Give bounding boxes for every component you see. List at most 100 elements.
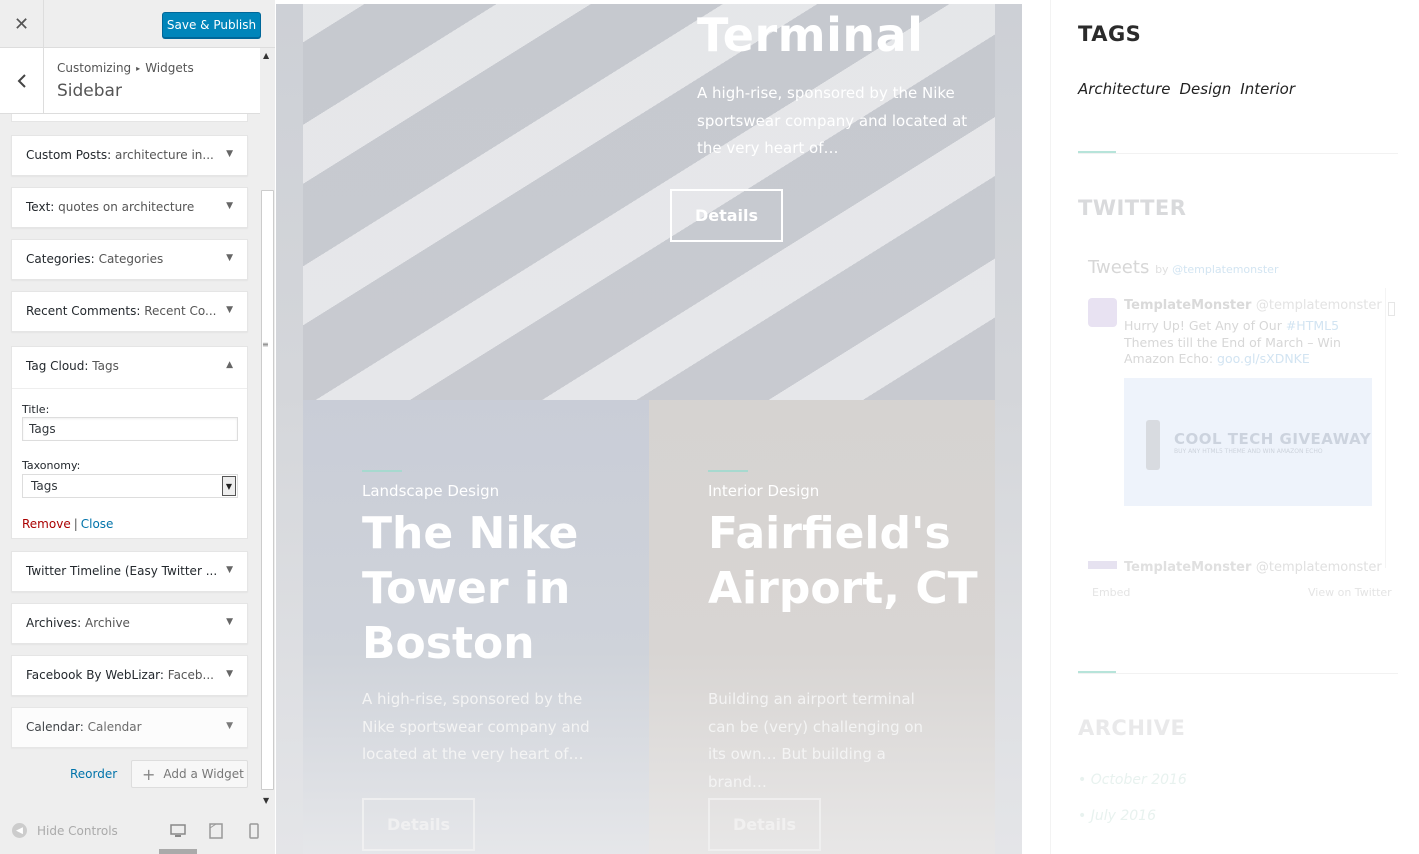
- widget-archives[interactable]: Archives: Archive ▼: [11, 603, 248, 644]
- widget-calendar[interactable]: Calendar: Calendar ▼: [11, 707, 248, 748]
- expand-arrow-icon[interactable]: ▼: [226, 305, 233, 315]
- panel-scrollbar[interactable]: ▲ ≡ ▼: [260, 48, 275, 814]
- plus-icon: +: [142, 764, 156, 784]
- tweet-author[interactable]: TemplateMonster @templatemonster: [1124, 298, 1382, 313]
- widget-tag-cloud-header[interactable]: Tag Cloud: Tags ▲: [12, 347, 247, 389]
- tweet-link[interactable]: goo.gl/sXDNKE: [1217, 351, 1310, 366]
- post-category[interactable]: Landscape Design: [362, 482, 499, 500]
- hero-details-button[interactable]: Details: [670, 189, 783, 242]
- title-label: Title:: [22, 403, 50, 416]
- tablet-icon[interactable]: [209, 823, 223, 839]
- save-publish-button[interactable]: Save & Publish: [162, 12, 261, 38]
- widget-categories[interactable]: Categories: Categories ▼: [11, 239, 248, 280]
- hero-section: Terminal A high-rise, sponsored by the N…: [276, 4, 1022, 854]
- timeline-scrollbar[interactable]: [1385, 288, 1395, 568]
- tag-link[interactable]: Architecture: [1078, 80, 1171, 98]
- hero-description: A high-rise, sponsored by the Nike sport…: [697, 84, 968, 157]
- widget-title: Categories: [98, 252, 164, 266]
- widget-title: Faceb...: [167, 668, 214, 682]
- tweet-author[interactable]: TemplateMonster @templatemonster: [1124, 560, 1382, 575]
- expand-arrow-icon[interactable]: ▼: [226, 565, 233, 575]
- accent-line: [362, 470, 402, 472]
- collapse-arrow-icon[interactable]: ▲: [226, 360, 233, 370]
- scroll-up-arrow-icon[interactable]: ▲: [263, 51, 269, 60]
- by-label: by: [1155, 263, 1169, 276]
- taxonomy-select[interactable]: Tags ▼: [22, 474, 238, 498]
- widget-custom-posts[interactable]: Custom Posts: architecture in... ▼: [11, 135, 248, 176]
- author-name: TemplateMonster: [1124, 560, 1252, 575]
- details-button[interactable]: Details: [362, 798, 475, 851]
- scrollbar-thumb[interactable]: [261, 190, 274, 790]
- widget-text[interactable]: Text: quotes on architecture ▼: [11, 187, 248, 228]
- hashtag-link[interactable]: #HTML5: [1286, 318, 1339, 333]
- archive-label: July 2016: [1090, 808, 1156, 824]
- tweet-text-part: Hurry Up! Get Any of Our: [1124, 318, 1282, 333]
- expand-arrow-icon[interactable]: ▼: [226, 149, 233, 159]
- customizer-panel: ✕ Save & Publish Customizing ▸ Widgets Sid…: [0, 0, 275, 854]
- customizer-header: ✕ Save & Publish: [0, 0, 275, 48]
- remove-link[interactable]: Remove: [22, 517, 71, 531]
- widget-type: Recent Comments:: [26, 304, 141, 318]
- add-widget-button[interactable]: + Add a Widget: [131, 760, 248, 788]
- widget-tag-cloud: Tag Cloud: Tags ▲ Title: Taxonomy: Tags …: [11, 346, 248, 539]
- mobile-icon[interactable]: [249, 823, 259, 839]
- widget-title: Calendar: [87, 720, 142, 734]
- widget-type: Facebook By WebLizar:: [26, 668, 164, 682]
- scrollbar-thumb[interactable]: [1388, 302, 1395, 316]
- post-title[interactable]: Fairfield's Airport, CT: [708, 506, 988, 616]
- archive-link[interactable]: • October 2016: [1078, 772, 1187, 788]
- avatar[interactable]: [1088, 298, 1117, 327]
- widget-facebook[interactable]: Facebook By WebLizar: Faceb... ▼: [11, 655, 248, 696]
- tags-widget-title: TAGS: [1078, 22, 1142, 46]
- post-title[interactable]: The Nike Tower in Boston: [362, 506, 642, 671]
- post-card[interactable]: Interior Design Fairfield's Airport, CT …: [649, 400, 995, 854]
- scroll-down-arrow-icon[interactable]: ▼: [263, 796, 269, 805]
- dropdown-arrow-icon[interactable]: ▼: [222, 476, 236, 496]
- expand-arrow-icon[interactable]: ▼: [226, 253, 233, 263]
- hide-controls-button[interactable]: ◀ Hide Controls: [12, 823, 118, 838]
- tweet-text: Hurry Up! Get Any of Our #HTML5 Themes t…: [1124, 318, 1344, 368]
- expand-arrow-icon[interactable]: ▼: [226, 201, 233, 211]
- breadcrumb-separator: ▸: [136, 64, 141, 73]
- expand-arrow-icon[interactable]: ▼: [226, 669, 233, 679]
- widget-title: quotes on architecture: [58, 200, 195, 214]
- close-link[interactable]: Close: [81, 517, 114, 531]
- title-input[interactable]: [22, 417, 238, 441]
- taxonomy-selected: Tags: [31, 479, 58, 493]
- archive-widget-title: ARCHIVE: [1078, 716, 1186, 740]
- scroll-grip-icon: ≡: [262, 340, 269, 349]
- post-excerpt: A high-rise, sponsored by the Nike sport…: [362, 690, 590, 763]
- embed-link[interactable]: Embed: [1092, 586, 1130, 599]
- expand-arrow-icon[interactable]: ▼: [226, 721, 233, 731]
- hide-controls-label: Hide Controls: [37, 823, 118, 838]
- archive-label: October 2016: [1090, 772, 1187, 788]
- close-customizer-button[interactable]: ✕: [0, 0, 44, 48]
- twitter-widget-title: TWITTER: [1078, 196, 1187, 220]
- expand-arrow-icon[interactable]: ▼: [226, 617, 233, 627]
- back-button[interactable]: [0, 48, 44, 114]
- archive-link[interactable]: • July 2016: [1078, 808, 1156, 824]
- view-on-twitter-link[interactable]: View on Twitter: [1308, 586, 1392, 599]
- widget-type: Text:: [26, 200, 55, 214]
- post-excerpt: Building an airport terminal can be (ver…: [708, 690, 924, 791]
- reorder-link[interactable]: Reorder: [70, 767, 117, 781]
- post-card[interactable]: Landscape Design The Nike Tower in Bosto…: [303, 400, 649, 854]
- tag-link[interactable]: Design: [1180, 80, 1232, 98]
- widget-type: Categories:: [26, 252, 95, 266]
- details-button[interactable]: Details: [708, 798, 821, 851]
- desktop-icon[interactable]: [170, 823, 186, 839]
- widget-type: Calendar:: [26, 720, 84, 734]
- card-subtitle: BUY ANY HTML5 THEME AND WIN AMAZON ECHO: [1174, 448, 1323, 455]
- post-category[interactable]: Interior Design: [708, 482, 819, 500]
- widget-twitter-timeline[interactable]: Twitter Timeline (Easy Twitter ... ▼: [11, 551, 248, 592]
- tweet-image-card[interactable]: COOL TECH GIVEAWAY BUY ANY HTML5 THEME A…: [1124, 378, 1372, 506]
- widget-recent-comments[interactable]: Recent Comments: Recent Co... ▼: [11, 291, 248, 332]
- avatar[interactable]: [1088, 561, 1117, 569]
- arrow-left-circle-icon: ◀: [12, 823, 27, 838]
- hero-image: Terminal A high-rise, sponsored by the N…: [303, 4, 995, 400]
- widget-type: Custom Posts:: [26, 148, 112, 162]
- widget-title: Recent Co...: [144, 304, 217, 318]
- tag-cloud: Architecture Design Interior: [1078, 80, 1304, 98]
- tag-link[interactable]: Interior: [1240, 80, 1295, 98]
- by-handle-link[interactable]: @templatemonster: [1172, 263, 1278, 276]
